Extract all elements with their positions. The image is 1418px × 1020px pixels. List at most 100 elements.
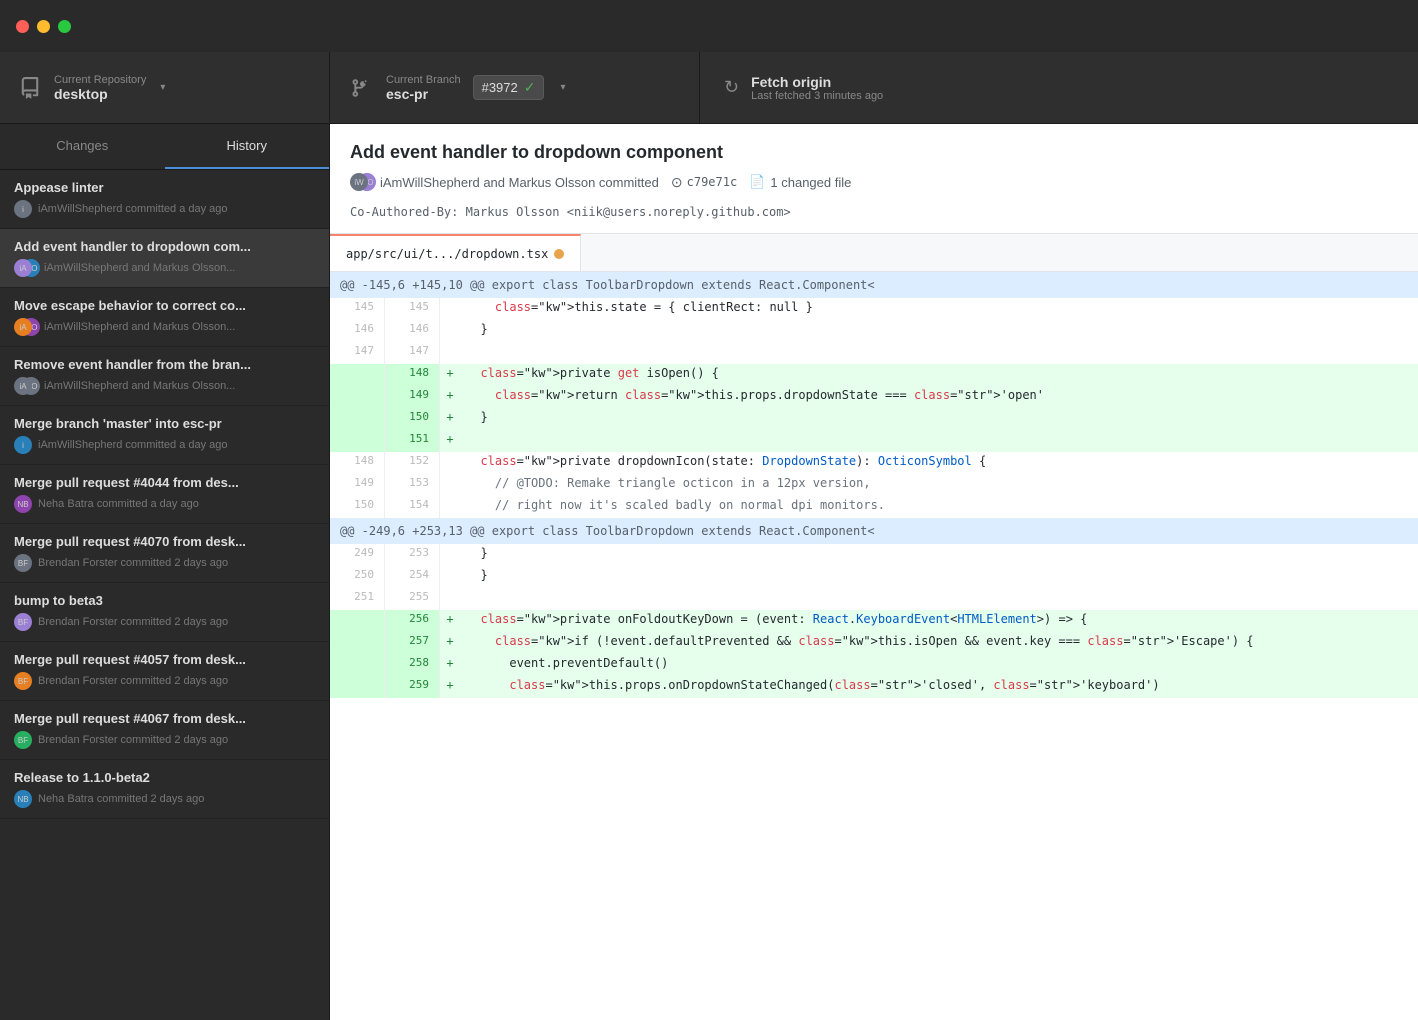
- fetch-subtitle: Last fetched 3 minutes ago: [751, 90, 883, 102]
- hash-icon: ⊙: [671, 174, 683, 191]
- line-num-old: [330, 632, 385, 654]
- sidebar: Changes History Appease linter i iAmWill…: [0, 124, 330, 1020]
- traffic-lights: [16, 20, 71, 33]
- diff-content: class="kw">this.props.onDropdownStateCha…: [460, 676, 1418, 698]
- line-num-old: 145: [330, 298, 385, 320]
- commit-item-title: Remove event handler from the bran...: [14, 357, 315, 372]
- commit-list-item[interactable]: Merge pull request #4044 from des... NB …: [0, 465, 329, 524]
- diff-content: class="kw">this.state = { clientRect: nu…: [460, 298, 1418, 320]
- traffic-light-fullscreen[interactable]: [58, 20, 71, 33]
- commit-avatars: iA MO: [14, 259, 38, 277]
- diff-content: [460, 430, 1418, 452]
- commit-item-meta: NB Neha Batra committed a day ago: [14, 495, 315, 513]
- commit-item-title: Appease linter: [14, 180, 315, 195]
- diff-content: // right now it's scaled badly on normal…: [460, 496, 1418, 518]
- commit-list-item[interactable]: Merge pull request #4070 from desk... BF…: [0, 524, 329, 583]
- diff-marker: [440, 474, 460, 496]
- current-repository-section[interactable]: Current Repository desktop ▾: [0, 52, 330, 123]
- commit-authors: iW MO iAmWillShepherd and Markus Olsson …: [350, 173, 659, 191]
- line-num-new: 145: [385, 298, 440, 320]
- diff-marker: +: [440, 408, 460, 430]
- commit-list-item[interactable]: Merge pull request #4057 from desk... BF…: [0, 642, 329, 701]
- line-num-new: 152: [385, 452, 440, 474]
- line-num-new: 253: [385, 544, 440, 566]
- commit-list-item[interactable]: Appease linter i iAmWillShepherd committ…: [0, 170, 329, 229]
- diff-marker: +: [440, 610, 460, 632]
- branch-label: Current Branch: [386, 74, 461, 86]
- file-tab-path: app/src/ui/t.../dropdown.tsx: [346, 247, 548, 261]
- commit-item-meta: BF Brendan Forster committed 2 days ago: [14, 731, 315, 749]
- line-num-old: 147: [330, 342, 385, 364]
- commit-list-item[interactable]: Move escape behavior to correct co... iA…: [0, 288, 329, 347]
- repository-name: desktop: [54, 86, 146, 102]
- avatar-primary: NB: [14, 790, 32, 808]
- diff-marker: +: [440, 386, 460, 408]
- line-num-new: 146: [385, 320, 440, 342]
- diff-area[interactable]: @@ -145,6 +145,10 @@ export class Toolba…: [330, 272, 1418, 1020]
- diff-hunk-header: @@ -145,6 +145,10 @@ export class Toolba…: [330, 272, 1418, 298]
- commit-list-item[interactable]: Release to 1.1.0-beta2 NB Neha Batra com…: [0, 760, 329, 819]
- commit-item-title: Merge pull request #4057 from desk...: [14, 652, 315, 667]
- title-bar: [0, 0, 1418, 52]
- fetch-origin-section[interactable]: ↻ Fetch origin Last fetched 3 minutes ag…: [700, 52, 1418, 123]
- diff-marker: +: [440, 364, 460, 386]
- commit-item-meta: iA MO iAmWillShepherd and Markus Olsson.…: [14, 377, 315, 395]
- current-branch-section[interactable]: Current Branch esc-pr #3972 ✓ ▾: [330, 52, 700, 123]
- commit-list-item[interactable]: Add event handler to dropdown com... iA …: [0, 229, 329, 288]
- traffic-light-close[interactable]: [16, 20, 29, 33]
- author-avatars: iW MO: [350, 173, 374, 191]
- line-num-old: 149: [330, 474, 385, 496]
- commit-item-author-meta: Brendan Forster committed 2 days ago: [38, 734, 228, 746]
- line-num-old: [330, 654, 385, 676]
- line-num-old: [330, 364, 385, 386]
- line-num-old: 249: [330, 544, 385, 566]
- commit-item-author-meta: Brendan Forster committed 2 days ago: [38, 557, 228, 569]
- diff-content: [460, 342, 1418, 364]
- commit-list-item[interactable]: Remove event handler from the bran... iA…: [0, 347, 329, 406]
- tab-changes[interactable]: Changes: [0, 124, 165, 169]
- line-num-old: [330, 386, 385, 408]
- diff-row: 147147: [330, 342, 1418, 364]
- branch-icon: [346, 74, 374, 102]
- diff-marker: [440, 496, 460, 518]
- commit-list-item[interactable]: bump to beta3 BF Brendan Forster committ…: [0, 583, 329, 642]
- tab-history[interactable]: History: [165, 124, 330, 169]
- diff-marker: +: [440, 430, 460, 452]
- line-num-new: 147: [385, 342, 440, 364]
- repository-label: Current Repository: [54, 74, 146, 86]
- commit-message-body: Co-Authored-By: Markus Olsson <niik@user…: [350, 199, 1398, 219]
- diff-marker: [440, 544, 460, 566]
- branch-pr-number: #3972: [482, 80, 518, 95]
- diff-row: 150154 // right now it's scaled badly on…: [330, 496, 1418, 518]
- diff-marker: [440, 566, 460, 588]
- diff-marker: [440, 588, 460, 610]
- avatar-primary: i: [14, 200, 32, 218]
- file-tab-dropdown[interactable]: app/src/ui/t.../dropdown.tsx: [330, 234, 581, 271]
- diff-content: [460, 588, 1418, 610]
- line-num-new: 150: [385, 408, 440, 430]
- commit-list-item[interactable]: Merge pull request #4067 from desk... BF…: [0, 701, 329, 760]
- avatar-primary: BF: [14, 731, 32, 749]
- commit-item-title: Move escape behavior to correct co...: [14, 298, 315, 313]
- diff-row: 148152 class="kw">private dropdownIcon(s…: [330, 452, 1418, 474]
- traffic-light-minimize[interactable]: [37, 20, 50, 33]
- toolbar: Current Repository desktop ▾ Current Bra…: [0, 52, 1418, 124]
- diff-marker: +: [440, 676, 460, 698]
- commit-item-author-meta: Brendan Forster committed 2 days ago: [38, 616, 228, 628]
- diff-row: 149+ class="kw">return class="kw">this.p…: [330, 386, 1418, 408]
- commit-hash: ⊙ c79e71c: [671, 174, 737, 191]
- commit-item-title: Merge pull request #4044 from des...: [14, 475, 315, 490]
- fetch-icon: ↻: [724, 77, 739, 98]
- line-num-old: [330, 430, 385, 452]
- diff-content: class="kw">if (!event.defaultPrevented &…: [460, 632, 1418, 654]
- line-num-old: 148: [330, 452, 385, 474]
- commit-item-author-meta: Neha Batra committed a day ago: [38, 498, 199, 510]
- commit-list: Appease linter i iAmWillShepherd committ…: [0, 170, 329, 1020]
- branch-check-icon: ✓: [524, 79, 536, 96]
- commit-list-item[interactable]: Merge branch 'master' into esc-pr i iAmW…: [0, 406, 329, 465]
- line-num-new: 255: [385, 588, 440, 610]
- diff-row: 251255: [330, 588, 1418, 610]
- diff-content: class="kw">private dropdownIcon(state: D…: [460, 452, 1418, 474]
- diff-row: 249253 }: [330, 544, 1418, 566]
- fetch-title: Fetch origin: [751, 74, 883, 90]
